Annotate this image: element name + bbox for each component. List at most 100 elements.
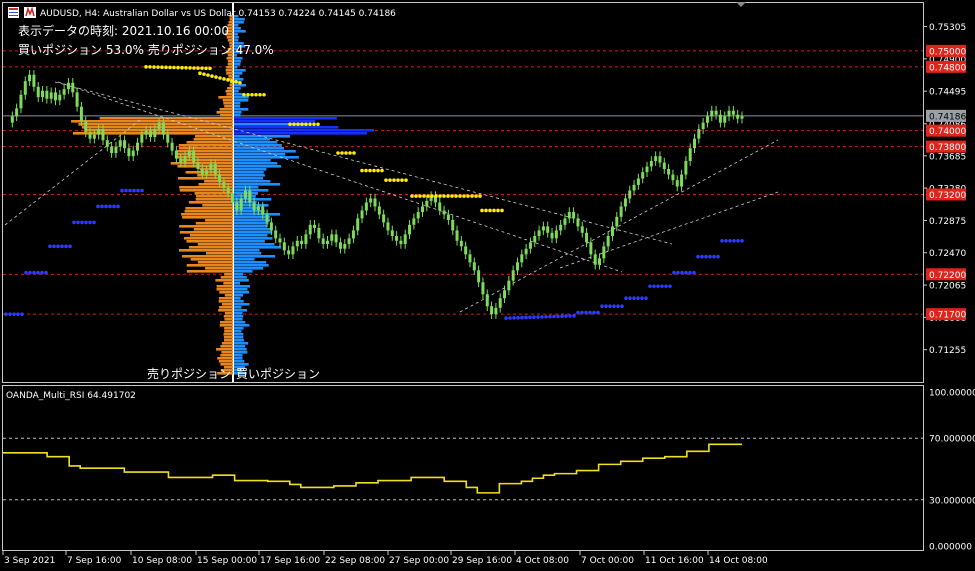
candle-body (507, 280, 511, 291)
sell-profile-bar (224, 327, 233, 330)
buy-profile-bar (234, 294, 244, 297)
buy-profile-bar (234, 264, 269, 267)
blue-dot (512, 316, 516, 320)
candle-body (334, 234, 338, 243)
yellow-dot (384, 178, 388, 182)
trading-chart[interactable]: 0.753050.749000.744950.740860.736850.732… (0, 0, 975, 567)
yellow-dot (470, 194, 474, 198)
buy-profile-bar (234, 342, 249, 345)
blue-dot (676, 270, 680, 275)
yellow-dot (336, 151, 340, 155)
buy-profile-bar (234, 210, 265, 213)
candle-body (369, 198, 373, 203)
yellow-dot (414, 194, 418, 198)
buy-profile-bar (234, 90, 239, 93)
buy-profile-bar (234, 159, 271, 162)
candle-body (390, 230, 394, 236)
blue-dot (88, 220, 92, 225)
yellow-dot (230, 79, 234, 83)
sell-profile-bar (216, 285, 233, 288)
candle-body (127, 148, 131, 157)
blue-dot (568, 314, 572, 318)
buy-profile-bar (234, 267, 264, 270)
blue-dot (724, 238, 728, 243)
buy-profile-bar (234, 72, 243, 75)
chart-window-icon[interactable] (8, 7, 19, 18)
yellow-dot (198, 71, 202, 76)
blue-dot (12, 312, 16, 316)
sell-profile-bar (197, 261, 233, 264)
sell-profile-bar (184, 210, 233, 213)
sell-profile-bar (86, 129, 233, 132)
candle-body (662, 162, 666, 169)
sell-profile-bar (219, 324, 233, 327)
buy-profile-bar (234, 177, 264, 180)
blue-dot (36, 270, 40, 275)
mt5-logo-icon[interactable] (24, 6, 36, 18)
blue-dot (636, 296, 640, 301)
blue-dot (556, 314, 560, 319)
blue-dot (628, 296, 632, 301)
candle-body (420, 206, 424, 213)
yellow-dot (364, 168, 368, 173)
blue-dot (564, 314, 568, 318)
candle-body (295, 240, 299, 247)
blue-dot (720, 238, 724, 243)
buy-profile-bar (234, 198, 272, 201)
buy-profile-bar (234, 129, 375, 132)
candle-body (451, 220, 455, 231)
sell-profile-bar (190, 258, 233, 261)
sell-profile-bar (225, 69, 233, 72)
yellow-dot (484, 208, 488, 213)
sell-profile-bar (226, 57, 233, 60)
candle-body (114, 146, 118, 154)
sell-profile-bar (178, 144, 233, 147)
buy-profile-bar (234, 336, 244, 339)
buy-profile-bar (234, 105, 241, 108)
buy-profile-bar (234, 279, 249, 282)
candle-body (641, 172, 645, 179)
candle-body (528, 242, 532, 249)
candle-body (515, 262, 519, 271)
sell-profile-bar (216, 111, 233, 114)
candle-body (693, 138, 697, 149)
yellow-dot (388, 178, 392, 182)
sell-profile-bar (220, 321, 233, 324)
sell-profile-bar (189, 234, 233, 237)
candle-body (373, 198, 377, 207)
yellow-dot (348, 151, 352, 155)
time-tick-label: 27 Sep 00:00 (389, 556, 449, 566)
buy-profile-bar (234, 312, 243, 315)
blue-dot (580, 310, 584, 315)
candle-body (243, 190, 247, 199)
candle-body (503, 290, 507, 299)
candle-body (554, 230, 558, 239)
candle-body (53, 92, 57, 101)
candle-body (200, 168, 204, 175)
candle-body (287, 250, 291, 255)
candle-body (58, 94, 62, 101)
buy-profile-bar (234, 237, 273, 240)
blue-dot (532, 315, 536, 319)
blue-dot (656, 284, 660, 289)
candle-body (610, 226, 614, 236)
candle-body (131, 150, 135, 157)
candle-body (231, 192, 235, 203)
level-label: 0.74800 (929, 63, 966, 73)
candle-body (567, 212, 571, 219)
candle-body (278, 238, 282, 243)
candle-body (187, 150, 191, 157)
yellow-dot (308, 122, 312, 127)
yellow-dot (500, 208, 504, 213)
candle-body (170, 142, 174, 151)
yellow-dot (262, 92, 266, 97)
candle-body (425, 200, 429, 207)
buy-profile-bar (234, 318, 243, 321)
sell-profile-bar (227, 87, 233, 90)
blue-dot (624, 296, 628, 301)
candle-body (179, 158, 183, 163)
blue-dot (736, 238, 740, 243)
candle-body (395, 235, 399, 241)
sell-profile-bar (226, 93, 233, 96)
blue-dot (608, 304, 612, 309)
